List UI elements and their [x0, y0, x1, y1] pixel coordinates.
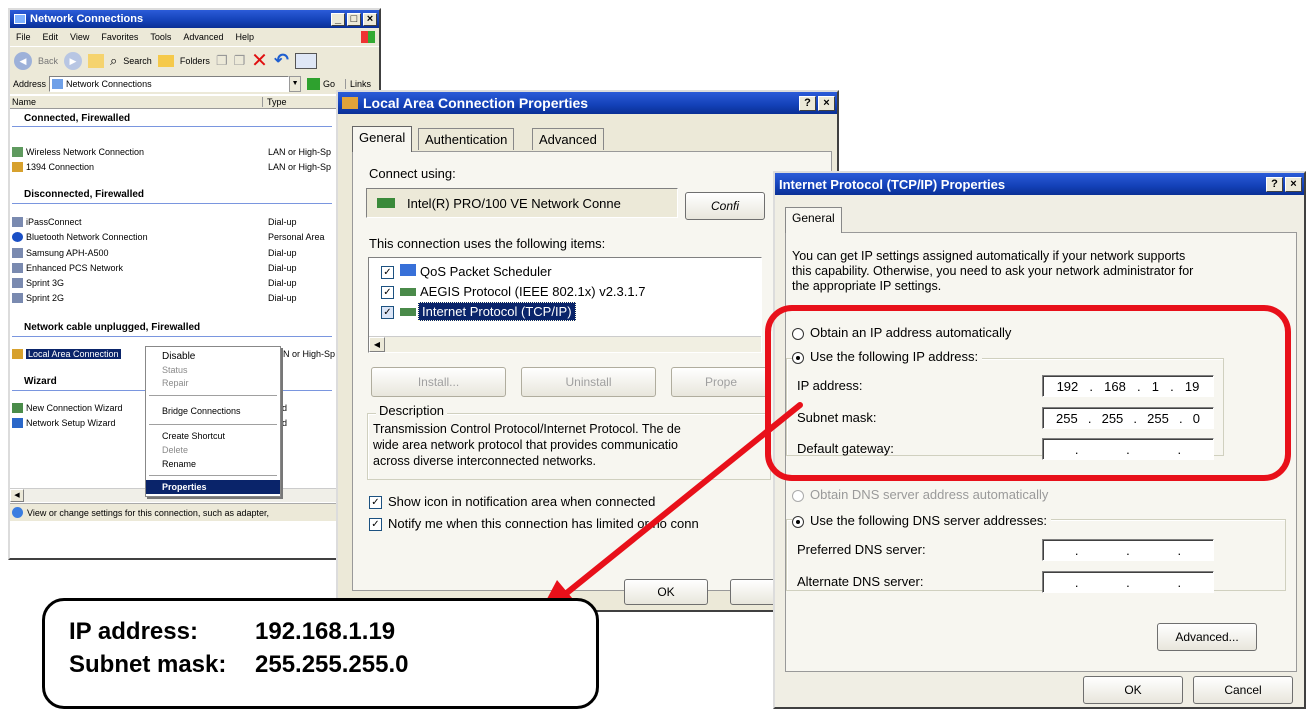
callout-ip-label: IP address: [69, 618, 198, 645]
tab-general[interactable]: General [352, 126, 413, 152]
callout-mask-value: 255.255.255.0 [255, 651, 409, 678]
callout-box: IP address: 192.168.1.19 Subnet mask: 255.… [42, 598, 599, 709]
ip-highlight-outline [765, 305, 1291, 481]
tab-general[interactable]: General [785, 207, 842, 233]
callout-arrow-line [555, 402, 803, 603]
callout-ip-value: 192.168.1.19 [255, 618, 396, 645]
callout-mask-label: Subnet mask: [69, 651, 227, 678]
